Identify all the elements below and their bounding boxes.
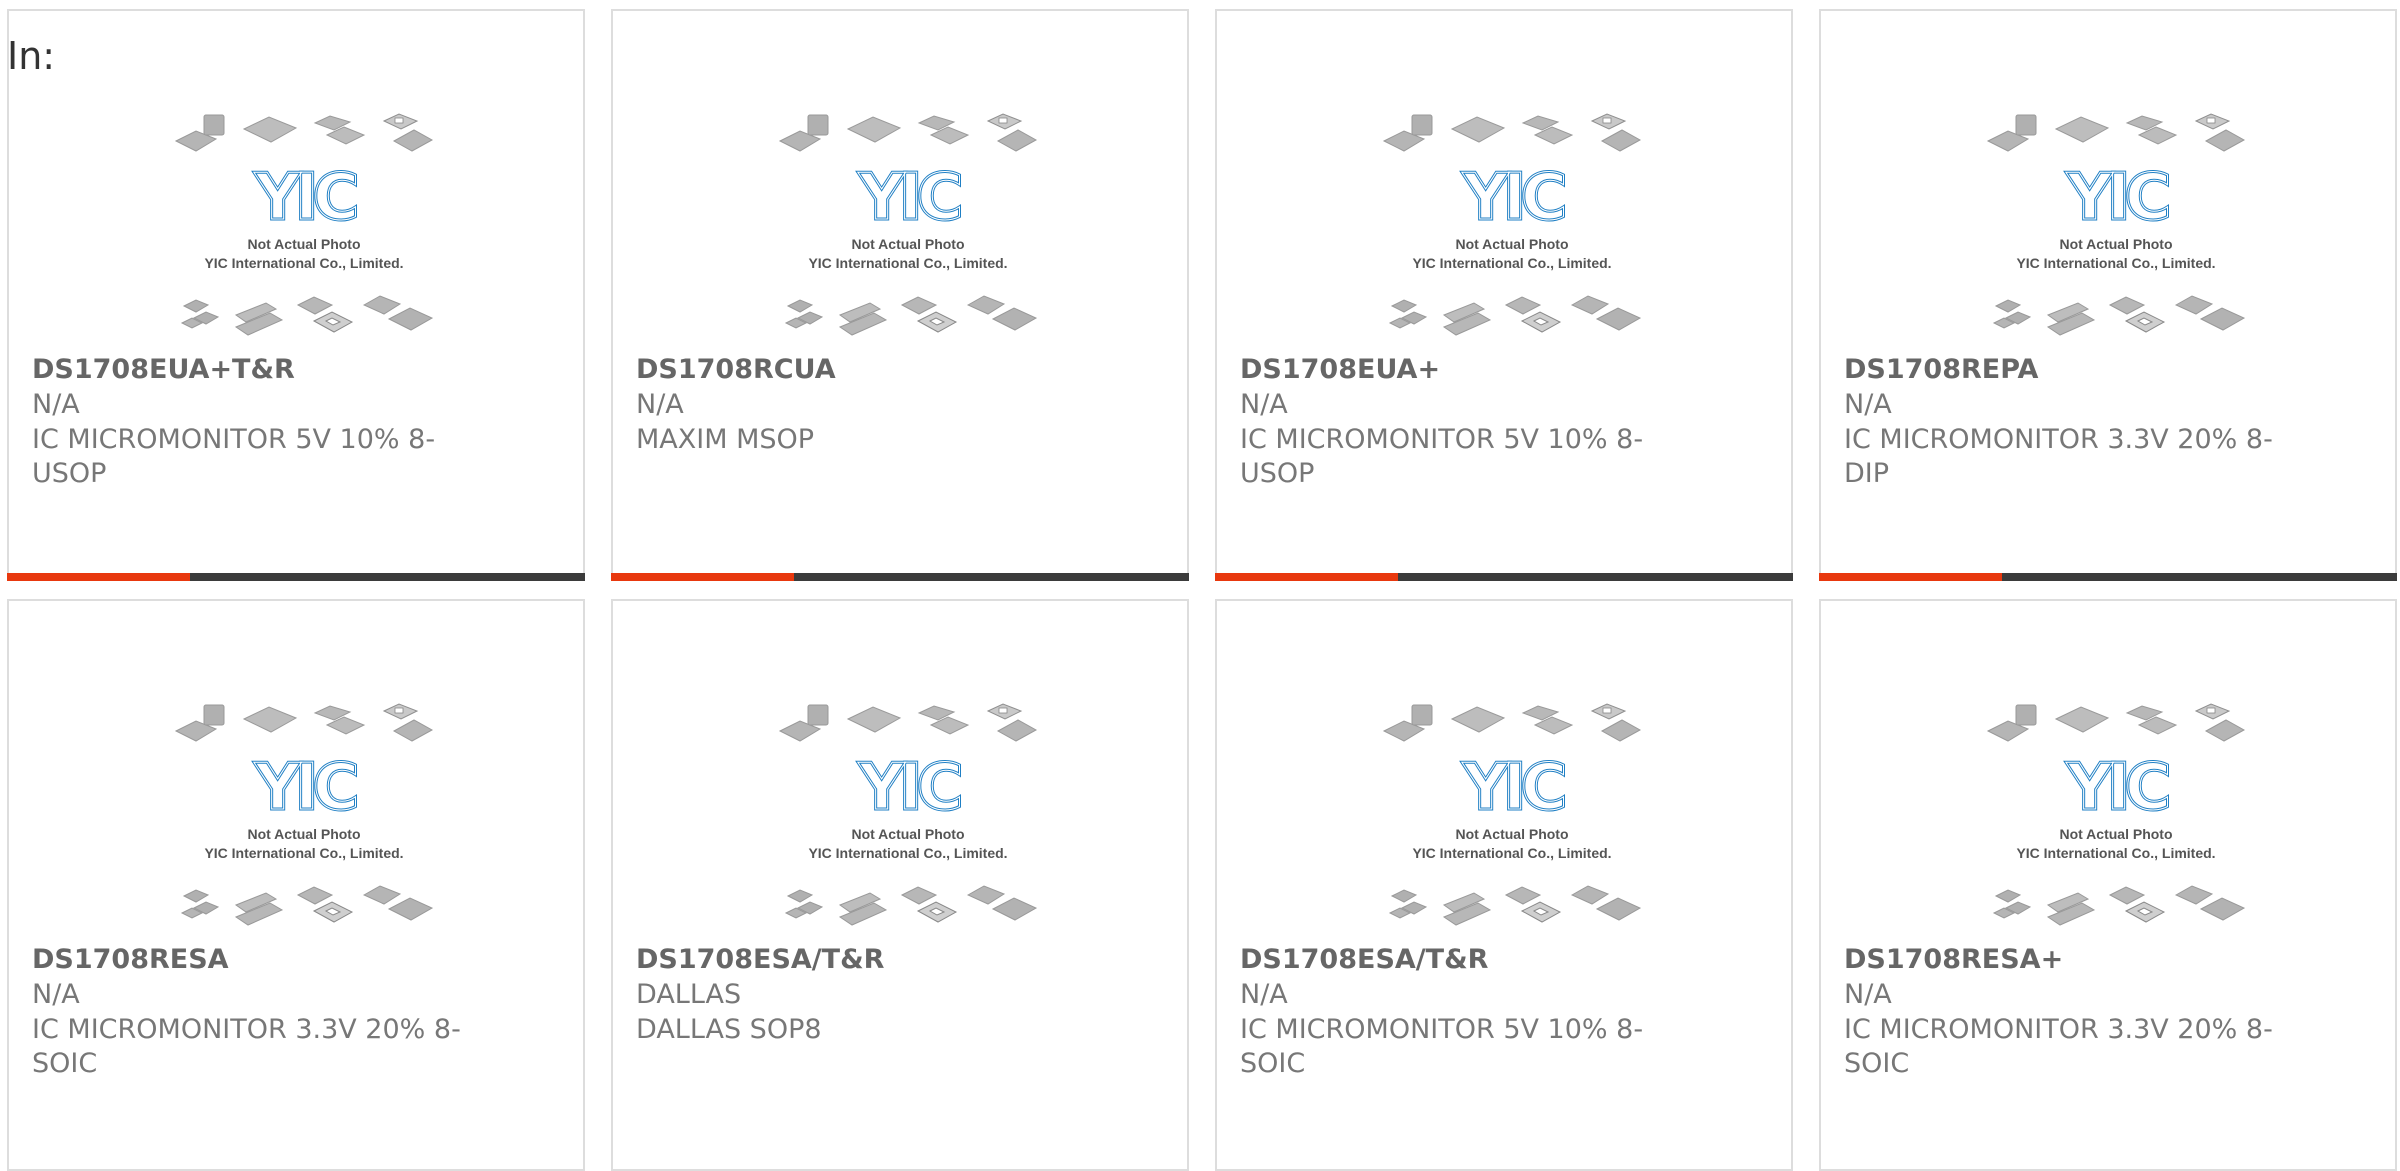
not-actual-photo-image <box>1382 702 1642 927</box>
not-actual-photo-image <box>1382 112 1642 337</box>
product-card[interactable]: DS1708ESA/T&R DALLAS DALLAS SOP8 <box>611 599 1189 1171</box>
card-bottom-bar <box>7 573 585 581</box>
product-card[interactable]: DS1708EUA+ N/A IC MICROMONITOR 5V 10% 8-… <box>1215 9 1793 581</box>
card-bottom-bar <box>611 573 1189 581</box>
card-accent-bar <box>611 573 794 581</box>
product-description: IC MICROMONITOR 3.3V 20% 8-SOIC <box>32 1014 461 1079</box>
product-description: IC MICROMONITOR 3.3V 20% 8-SOIC <box>1844 1014 2273 1079</box>
product-photo <box>1382 691 1646 943</box>
product-photo <box>1382 101 1646 353</box>
product-name[interactable]: DS1708EUA+T&R <box>32 354 295 385</box>
product-brand: N/A <box>636 389 684 420</box>
not-actual-photo-image <box>1986 112 2246 337</box>
product-card[interactable]: DS1708EUA+T&R N/A IC MICROMONITOR 5V 10%… <box>7 9 585 581</box>
product-name[interactable]: DS1708EUA+ <box>1240 354 1440 385</box>
product-photo <box>174 101 438 353</box>
product-brand: N/A <box>1844 979 1892 1010</box>
product-card[interactable]: DS1708RESA+ N/A IC MICROMONITOR 3.3V 20%… <box>1819 599 2397 1171</box>
product-name[interactable]: DS1708REPA <box>1844 354 2038 385</box>
not-actual-photo-image <box>174 112 434 337</box>
card-accent-bar <box>1215 573 1398 581</box>
not-actual-photo-image <box>778 112 1038 337</box>
card-accent-bar <box>1819 573 2002 581</box>
product-card[interactable]: DS1708REPA N/A IC MICROMONITOR 3.3V 20% … <box>1819 9 2397 581</box>
product-description: DALLAS SOP8 <box>636 1014 822 1045</box>
not-actual-photo-image <box>174 702 434 927</box>
product-name[interactable]: DS1708ESA/T&R <box>1240 944 1488 975</box>
product-brand: DALLAS <box>636 979 742 1010</box>
not-actual-photo-image <box>778 702 1038 927</box>
in-label: In: <box>7 34 56 78</box>
product-name[interactable]: DS1708RCUA <box>636 354 836 385</box>
product-photo <box>174 691 438 943</box>
product-description: IC MICROMONITOR 3.3V 20% 8-DIP <box>1844 424 2273 489</box>
product-name[interactable]: DS1708ESA/T&R <box>636 944 884 975</box>
product-description: MAXIM MSOP <box>636 424 815 455</box>
not-actual-photo-image <box>1986 702 2246 927</box>
product-card[interactable]: DS1708ESA/T&R N/A IC MICROMONITOR 5V 10%… <box>1215 599 1793 1171</box>
product-photo <box>1986 691 2250 943</box>
product-photo <box>1986 101 2250 353</box>
product-photo <box>778 691 1042 943</box>
card-bottom-bar <box>1215 573 1793 581</box>
product-description: IC MICROMONITOR 5V 10% 8-USOP <box>32 424 436 489</box>
product-photo <box>778 101 1042 353</box>
product-description: IC MICROMONITOR 5V 10% 8-USOP <box>1240 424 1644 489</box>
product-brand: N/A <box>1240 979 1288 1010</box>
product-description: IC MICROMONITOR 5V 10% 8-SOIC <box>1240 1014 1644 1079</box>
product-card[interactable]: DS1708RCUA N/A MAXIM MSOP <box>611 9 1189 581</box>
card-accent-bar <box>7 573 190 581</box>
product-name[interactable]: DS1708RESA+ <box>1844 944 2063 975</box>
card-bottom-bar <box>1819 573 2397 581</box>
product-brand: N/A <box>1844 389 1892 420</box>
product-card[interactable]: DS1708RESA N/A IC MICROMONITOR 3.3V 20% … <box>7 599 585 1171</box>
product-brand: N/A <box>1240 389 1288 420</box>
product-brand: N/A <box>32 389 80 420</box>
product-brand: N/A <box>32 979 80 1010</box>
product-name[interactable]: DS1708RESA <box>32 944 229 975</box>
